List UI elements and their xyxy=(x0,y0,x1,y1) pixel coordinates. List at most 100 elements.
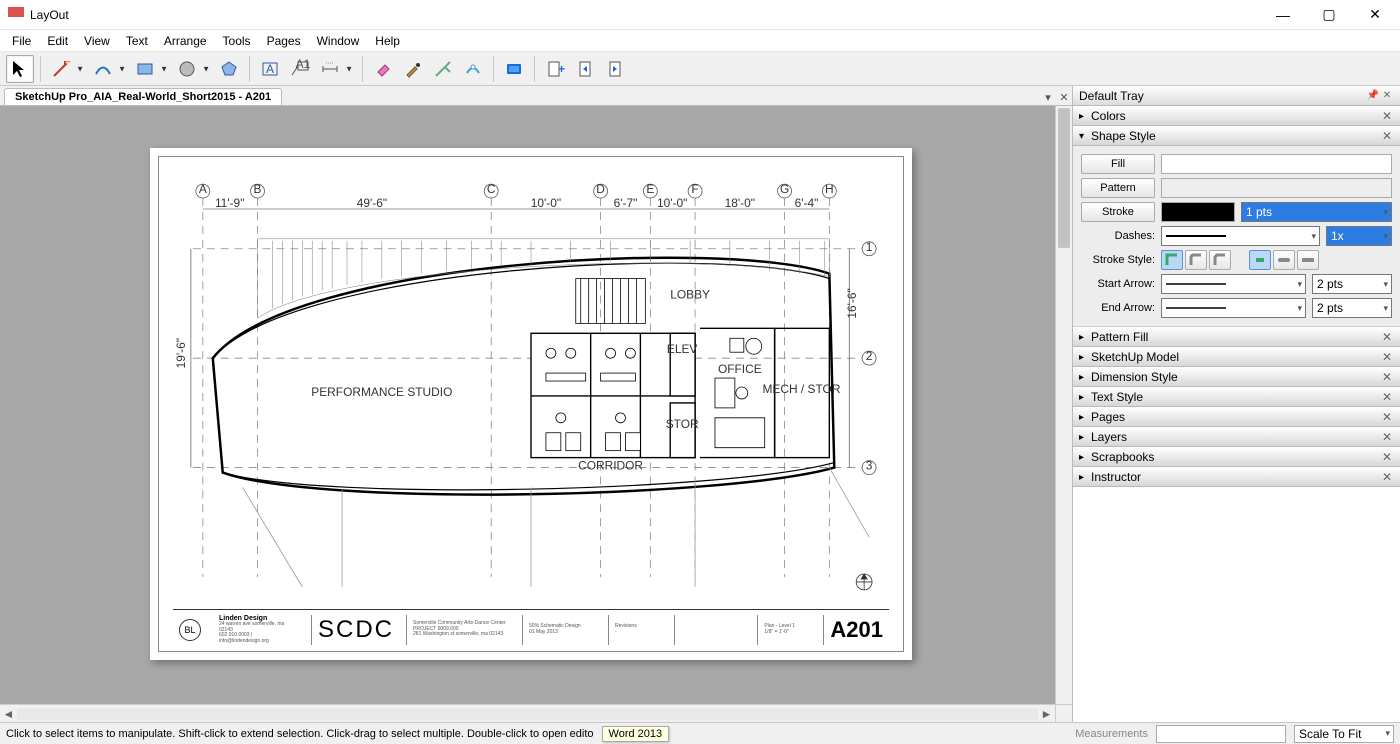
dashes-combo[interactable]: ▾ xyxy=(1161,226,1320,246)
close-icon[interactable]: ✕ xyxy=(1380,470,1394,484)
close-icon[interactable]: ✕ xyxy=(1380,330,1394,344)
scale-combo[interactable]: Scale To Fit▾ xyxy=(1294,725,1394,743)
fill-swatch[interactable] xyxy=(1161,154,1392,174)
dashes-label: Dashes: xyxy=(1081,230,1155,242)
page-next-button[interactable] xyxy=(601,55,629,83)
firm-logo-icon: BL xyxy=(179,619,201,641)
start-arrow-size-combo[interactable]: 2 pts▾ xyxy=(1312,274,1392,294)
svg-text:1: 1 xyxy=(866,240,873,254)
svg-text:A1: A1 xyxy=(296,59,310,71)
panel-pages[interactable]: ▸Pages✕ xyxy=(1073,407,1400,427)
canvas[interactable]: A B C D E F G H 1 2 3 xyxy=(0,106,1072,722)
chevron-right-icon: ▸ xyxy=(1079,111,1091,122)
close-icon[interactable]: ✕ xyxy=(1380,109,1394,123)
presentation-tool[interactable] xyxy=(500,55,528,83)
menu-pages[interactable]: Pages xyxy=(259,32,309,50)
join-tool[interactable] xyxy=(459,55,487,83)
panel-scrapbooks[interactable]: ▸Scrapbooks✕ xyxy=(1073,447,1400,467)
end-arrow-size-combo[interactable]: 2 pts▾ xyxy=(1312,298,1392,318)
panel-shape-style[interactable]: ▾ Shape Style✕ xyxy=(1073,126,1400,146)
maximize-button[interactable]: ▢ xyxy=(1306,0,1352,30)
label-tool[interactable]: A1 xyxy=(286,55,314,83)
app-icon xyxy=(8,7,24,23)
tray-title: Default Tray xyxy=(1079,89,1144,103)
menu-edit[interactable]: Edit xyxy=(39,32,76,50)
floor-plan-viewport[interactable]: A B C D E F G H 1 2 3 xyxy=(173,171,889,605)
split-tool[interactable] xyxy=(429,55,457,83)
svg-text:H: H xyxy=(825,182,834,196)
close-button[interactable]: ✕ xyxy=(1352,0,1398,30)
panel-colors[interactable]: ▸ Colors✕ xyxy=(1073,106,1400,126)
arc-tool[interactable]: ▼ xyxy=(89,55,117,83)
page-add-button[interactable]: + xyxy=(541,55,569,83)
horizontal-scrollbar[interactable]: ◄► xyxy=(0,704,1055,722)
style-eyedropper-tool[interactable] xyxy=(399,55,427,83)
stroke-width-combo[interactable]: 1 pts▾ xyxy=(1241,202,1392,222)
tab-list-button[interactable]: ▾ xyxy=(1040,89,1056,105)
menu-window[interactable]: Window xyxy=(309,32,368,50)
cap-round-icon[interactable] xyxy=(1273,250,1295,270)
titleblock: BL Linden Design 24 warren ave somervill… xyxy=(173,609,889,645)
cap-square-icon[interactable] xyxy=(1297,250,1319,270)
corner-bevel-icon[interactable] xyxy=(1209,250,1231,270)
panel-instructor[interactable]: ▸Instructor✕ xyxy=(1073,467,1400,487)
stroke-toggle[interactable]: Stroke xyxy=(1081,202,1155,222)
stroke-color-swatch[interactable] xyxy=(1161,202,1235,222)
menu-arrange[interactable]: Arrange xyxy=(156,32,215,50)
text-tool[interactable]: A xyxy=(256,55,284,83)
tab-close-button[interactable]: ✕ xyxy=(1056,89,1072,105)
close-icon[interactable]: ✕ xyxy=(1380,450,1394,464)
layout-page[interactable]: A B C D E F G H 1 2 3 xyxy=(150,148,912,660)
menu-tools[interactable]: Tools xyxy=(215,32,259,50)
fill-toggle[interactable]: Fill xyxy=(1081,154,1155,174)
default-tray: Default Tray 📌 ✕ ▸ Colors✕ ▾ Shape Style… xyxy=(1072,86,1400,722)
svg-text:2: 2 xyxy=(866,349,873,363)
measurements-input[interactable] xyxy=(1156,725,1286,743)
close-icon[interactable]: ✕ xyxy=(1380,370,1394,384)
sheet-number: A201 xyxy=(830,617,883,643)
pin-icon[interactable]: 📌 xyxy=(1366,90,1380,101)
tray-empty-area xyxy=(1073,487,1400,722)
select-tool[interactable] xyxy=(6,55,34,83)
close-icon[interactable]: ✕ xyxy=(1380,390,1394,404)
close-icon[interactable]: ✕ xyxy=(1380,410,1394,424)
scroll-corner xyxy=(1055,704,1072,722)
dash-scale-combo[interactable]: 1x▾ xyxy=(1326,226,1392,246)
corner-miter-icon[interactable] xyxy=(1161,250,1183,270)
rectangle-tool[interactable]: ▼ xyxy=(131,55,159,83)
toolbar-separator xyxy=(534,56,535,82)
minimize-button[interactable]: — xyxy=(1260,0,1306,30)
circle-tool[interactable]: ▼ xyxy=(173,55,201,83)
end-arrow-label: End Arrow: xyxy=(1081,302,1155,314)
start-arrow-combo[interactable]: ▾ xyxy=(1161,274,1306,294)
pattern-toggle[interactable]: Pattern xyxy=(1081,178,1155,198)
toolbar-separator xyxy=(249,56,250,82)
window-titlebar: LayOut — ▢ ✕ xyxy=(0,0,1400,30)
cap-flat-icon[interactable] xyxy=(1249,250,1271,270)
menu-file[interactable]: File xyxy=(4,32,39,50)
line-tool[interactable]: ▼ xyxy=(47,55,75,83)
menu-help[interactable]: Help xyxy=(367,32,408,50)
panel-pattern-fill[interactable]: ▸Pattern Fill✕ xyxy=(1073,327,1400,347)
close-icon[interactable]: ✕ xyxy=(1380,350,1394,364)
pattern-swatch[interactable] xyxy=(1161,178,1392,198)
eraser-tool[interactable] xyxy=(369,55,397,83)
panel-text-style[interactable]: ▸Text Style✕ xyxy=(1073,387,1400,407)
menu-view[interactable]: View xyxy=(76,32,118,50)
panel-layers[interactable]: ▸Layers✕ xyxy=(1073,427,1400,447)
panel-dimension-style[interactable]: ▸Dimension Style✕ xyxy=(1073,367,1400,387)
close-icon[interactable]: ✕ xyxy=(1380,129,1394,143)
panel-sketchup-model[interactable]: ▸SketchUp Model✕ xyxy=(1073,347,1400,367)
polygon-tool[interactable] xyxy=(215,55,243,83)
end-arrow-combo[interactable]: ▾ xyxy=(1161,298,1306,318)
vertical-scrollbar[interactable] xyxy=(1055,106,1072,704)
svg-text:G: G xyxy=(780,182,789,196)
document-tab[interactable]: SketchUp Pro_AIA_Real-World_Short2015 - … xyxy=(4,88,282,105)
corner-round-icon[interactable] xyxy=(1185,250,1207,270)
close-icon[interactable]: ✕ xyxy=(1380,430,1394,444)
menu-text[interactable]: Text xyxy=(118,32,156,50)
page-prev-button[interactable] xyxy=(571,55,599,83)
tray-header[interactable]: Default Tray 📌 ✕ xyxy=(1073,86,1400,106)
close-icon[interactable]: ✕ xyxy=(1380,90,1394,101)
dimension-tool[interactable]: ▼ xyxy=(316,55,344,83)
